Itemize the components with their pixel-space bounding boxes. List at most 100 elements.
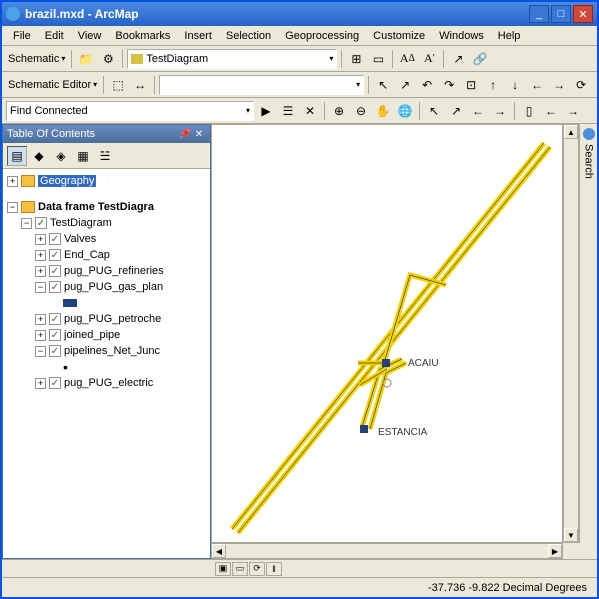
menu-windows[interactable]: Windows bbox=[432, 28, 491, 44]
trace-icon[interactable]: ▶ bbox=[256, 101, 276, 121]
rotate-icon[interactable]: ⟳ bbox=[571, 75, 591, 95]
label-a1-icon[interactable]: AΔ bbox=[397, 49, 417, 69]
tree-layer[interactable]: −✓pipelines_Net_Junc bbox=[7, 343, 206, 359]
menu-selection[interactable]: Selection bbox=[219, 28, 278, 44]
generate-diagram-icon[interactable]: ⚙ bbox=[98, 49, 118, 69]
prev-extent-icon[interactable]: ← bbox=[468, 101, 488, 121]
menu-help[interactable]: Help bbox=[491, 28, 528, 44]
pan-icon[interactable]: ✋ bbox=[373, 101, 393, 121]
tree-layer[interactable]: +✓Valves bbox=[7, 231, 206, 247]
menu-edit[interactable]: Edit bbox=[38, 28, 71, 44]
scroll-right-icon[interactable]: ▶ bbox=[548, 544, 562, 558]
data-view-tab[interactable]: ▣ bbox=[215, 562, 231, 576]
nav-ne-icon[interactable]: ↗ bbox=[395, 75, 415, 95]
redo-icon[interactable]: ↷ bbox=[439, 75, 459, 95]
search-icon bbox=[583, 128, 595, 140]
menu-customize[interactable]: Customize bbox=[366, 28, 432, 44]
chain-icon[interactable]: 🔗 bbox=[470, 49, 490, 69]
editor-select[interactable]: ▾ bbox=[159, 75, 364, 95]
tree-symbol[interactable] bbox=[7, 295, 206, 311]
menu-bookmarks[interactable]: Bookmarks bbox=[108, 28, 177, 44]
tree-layer[interactable]: +✓pug_PUG_electric bbox=[7, 375, 206, 391]
link-icon[interactable]: ↗ bbox=[448, 49, 468, 69]
minimize-button[interactable]: _ bbox=[529, 5, 549, 23]
map-scrollbar-v[interactable]: ▲ ▼ bbox=[563, 124, 579, 543]
move-icon[interactable]: ↔ bbox=[130, 75, 150, 95]
toc-title: Table Of Contents bbox=[7, 128, 95, 140]
refresh-icon[interactable]: ⟳ bbox=[249, 562, 265, 576]
scroll-up-icon[interactable]: ▲ bbox=[564, 125, 578, 139]
map-view[interactable]: ACAIU ESTANCIA bbox=[211, 124, 563, 543]
open-diagram-icon[interactable]: 📁 bbox=[76, 49, 96, 69]
tree-layer[interactable]: +✓pug_PUG_refineries bbox=[7, 263, 206, 279]
statusbar: -37.736 -9.822 Decimal Degrees bbox=[2, 577, 597, 597]
tree-geography[interactable]: +Geography bbox=[7, 173, 206, 189]
pause-icon[interactable]: ‖ bbox=[266, 562, 282, 576]
nav-nw-icon[interactable]: ↖ bbox=[373, 75, 393, 95]
add-window-icon[interactable]: ⊞ bbox=[346, 49, 366, 69]
tree-root[interactable]: −✓TestDiagram bbox=[7, 215, 206, 231]
tree-layer[interactable]: +✓End_Cap bbox=[7, 247, 206, 263]
status-coords: -37.736 -9.822 Decimal Degrees bbox=[422, 582, 593, 594]
tree-layer[interactable]: −✓pug_PUG_gas_plan bbox=[7, 279, 206, 295]
clear-icon[interactable]: ✕ bbox=[300, 101, 320, 121]
undo-icon[interactable]: ↶ bbox=[417, 75, 437, 95]
diagram-select[interactable]: TestDiagram▾ bbox=[127, 49, 337, 69]
titlebar[interactable]: brazil.mxd - ArcMap _ □ ✕ bbox=[2, 2, 597, 26]
layout-view-tab[interactable]: ▭ bbox=[232, 562, 248, 576]
cursor-icon[interactable]: ⬚ bbox=[108, 75, 128, 95]
arrow-ne-icon[interactable]: ↗ bbox=[446, 101, 466, 121]
map-scrollbar-h[interactable]: ◀ ▶ bbox=[211, 543, 563, 559]
trace-config-icon[interactable]: ☰ bbox=[278, 101, 298, 121]
options-icon[interactable]: ☱ bbox=[95, 146, 115, 166]
tree-symbol-dot[interactable]: • bbox=[7, 359, 206, 375]
toc-tree: +Geography −Data frame TestDiagra −✓Test… bbox=[3, 169, 210, 558]
arrow-more-icon[interactable]: ← bbox=[541, 101, 561, 121]
schematic-dropdown[interactable]: Schematic ▾ bbox=[6, 53, 67, 65]
nav-left-icon[interactable]: ← bbox=[527, 75, 547, 95]
menu-geoprocessing[interactable]: Geoprocessing bbox=[278, 28, 366, 44]
zoom-out-icon[interactable]: ⊖ bbox=[351, 101, 371, 121]
menu-view[interactable]: View bbox=[71, 28, 109, 44]
scroll-left-icon[interactable]: ◀ bbox=[212, 544, 226, 558]
toc-header[interactable]: Table Of Contents 📌 ✕ bbox=[3, 125, 210, 143]
scroll-down-icon[interactable]: ▼ bbox=[564, 528, 578, 542]
full-extent-icon[interactable]: 🌐 bbox=[395, 101, 415, 121]
list-by-source-icon[interactable]: ◆ bbox=[29, 146, 49, 166]
list-by-selection-icon[interactable]: ▦ bbox=[73, 146, 93, 166]
tree-layer[interactable]: +✓joined_pipe bbox=[7, 327, 206, 343]
list-by-visibility-icon[interactable]: ◈ bbox=[51, 146, 71, 166]
window-title: brazil.mxd - ArcMap bbox=[25, 7, 529, 21]
maximize-button[interactable]: □ bbox=[551, 5, 571, 23]
toolbar-tools: Find Connected▾ ▶ ☰ ✕ ⊕ ⊖ ✋ 🌐 ↖ ↗ ← → ▯ … bbox=[2, 98, 597, 124]
search-tab[interactable]: Search bbox=[579, 124, 597, 543]
next-extent-icon[interactable]: → bbox=[490, 101, 510, 121]
page-icon[interactable]: ▭ bbox=[368, 49, 388, 69]
zoom-in-icon[interactable]: ⊕ bbox=[329, 101, 349, 121]
label-a2-icon[interactable]: A′ bbox=[419, 49, 439, 69]
arrow-more2-icon[interactable]: → bbox=[563, 101, 583, 121]
map-svg bbox=[212, 125, 563, 543]
schematic-editor-dropdown[interactable]: Schematic Editor ▾ bbox=[6, 79, 99, 91]
app-icon bbox=[6, 7, 20, 21]
menu-file[interactable]: File bbox=[6, 28, 38, 44]
nav-down-icon[interactable]: ↓ bbox=[505, 75, 525, 95]
nav-right-icon[interactable]: → bbox=[549, 75, 569, 95]
close-toc-icon[interactable]: ✕ bbox=[192, 127, 206, 141]
select-icon[interactable]: ▯ bbox=[519, 101, 539, 121]
find-select[interactable]: Find Connected▾ bbox=[6, 101, 254, 121]
arrow-nw-icon[interactable]: ↖ bbox=[424, 101, 444, 121]
list-by-drawing-icon[interactable]: ▤ bbox=[7, 146, 27, 166]
nav-up-icon[interactable]: ↑ bbox=[483, 75, 503, 95]
tree-layer[interactable]: +✓pug_PUG_petroche bbox=[7, 311, 206, 327]
map-label-acaiu: ACAIU bbox=[408, 358, 439, 369]
menubar: File Edit View Bookmarks Insert Selectio… bbox=[2, 26, 597, 46]
tree-dataframe[interactable]: −Data frame TestDiagra bbox=[7, 199, 206, 215]
menu-insert[interactable]: Insert bbox=[177, 28, 219, 44]
center-icon[interactable]: ⊡ bbox=[461, 75, 481, 95]
view-tabs-bar: ▣ ▭ ⟳ ‖ bbox=[2, 559, 597, 577]
pin-icon[interactable]: 📌 bbox=[178, 127, 192, 141]
map-label-estancia: ESTANCIA bbox=[378, 427, 427, 438]
toolbar-editor: Schematic Editor ▾ ⬚ ↔ ▾ ↖ ↗ ↶ ↷ ⊡ ↑ ↓ ←… bbox=[2, 72, 597, 98]
close-button[interactable]: ✕ bbox=[573, 5, 593, 23]
